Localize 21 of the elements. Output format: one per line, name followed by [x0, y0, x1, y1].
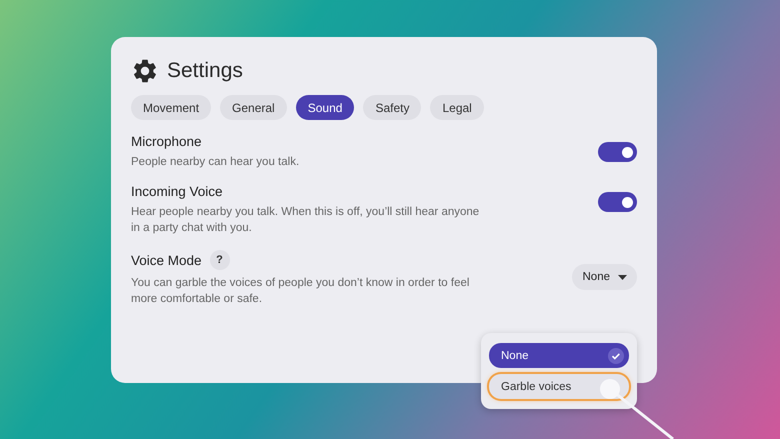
menu-item[interactable]: Garble voices: [489, 374, 629, 399]
dropdown[interactable]: None: [572, 264, 637, 290]
tab[interactable]: Safety: [363, 95, 422, 120]
settings-icon: [131, 57, 159, 85]
toggle-switch[interactable]: [598, 192, 637, 212]
setting-description: Hear people nearby you talk. When this is off, you’ll still hear anyone in a party chat with you.: [131, 205, 480, 236]
menu-item[interactable]: None: [489, 343, 629, 368]
setting-title: Voice Mode: [131, 252, 202, 268]
setting-title: Microphone: [131, 134, 202, 149]
setting-description: You can garble the voices of people you don’t know in order to feel more comfortable or safe.: [131, 276, 470, 307]
setting-description: People nearby can hear you talk.: [131, 155, 300, 170]
tab[interactable]: Sound: [296, 95, 354, 120]
tab[interactable]: Movement: [131, 95, 212, 120]
help-button[interactable]: ?: [210, 250, 230, 270]
tab[interactable]: Legal: [430, 95, 484, 120]
window-title: Settings: [167, 59, 243, 83]
toggle-switch[interactable]: [598, 142, 637, 162]
tab[interactable]: General: [220, 95, 287, 120]
check-icon: [608, 348, 624, 364]
setting-title: Incoming Voice: [131, 184, 223, 199]
caret-icon: [618, 274, 627, 280]
